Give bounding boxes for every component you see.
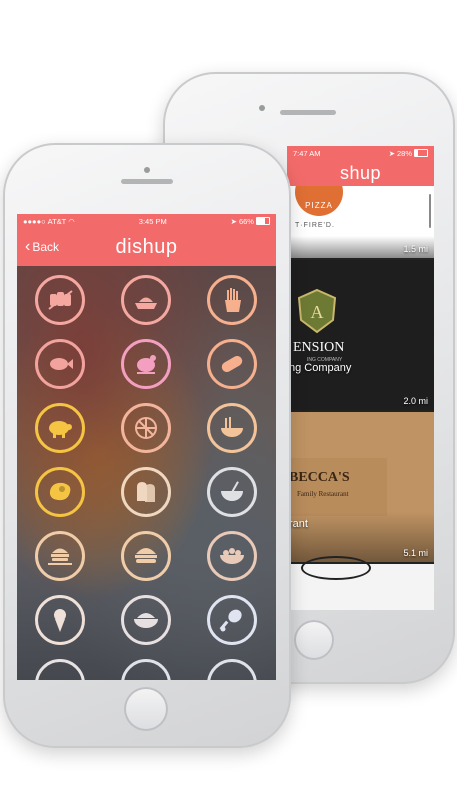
more-icon [45,669,75,680]
front-phone: ●●●●○ AT&T ◠ 3:45 PM ➤ 66% ‹ Back dishup [3,143,291,748]
next-card-peek [287,556,434,610]
category-button[interactable] [35,467,85,517]
location-icon: ➤ [230,216,237,226]
nav-bar: ‹ Back dishup [17,228,276,266]
sushi-icon [48,290,73,310]
category-button[interactable] [207,595,257,645]
app-logo: dishup [115,235,178,258]
location-icon: ➤ [388,148,395,158]
steak-icon [49,482,71,501]
category-button[interactable] [207,467,257,517]
category-button[interactable] [121,659,171,680]
pasta-bowl-icon [134,613,158,628]
more-icon [131,669,161,680]
fish-icon [50,358,73,370]
front-camera [144,167,150,173]
soup-bowl-icon [221,481,243,501]
wifi-icon: ◠ [68,216,75,226]
battery-icon [414,149,428,157]
restaurant-tagline: Family Restaurant [297,490,349,498]
burger-icon [135,548,157,563]
category-button[interactable] [207,659,257,680]
category-button[interactable] [35,595,85,645]
restaurant-logo-text: BECCA'S [289,470,350,485]
restaurant-name: ng Company [289,362,352,374]
home-button[interactable] [294,620,334,660]
burger-platter-icon [48,548,72,565]
svg-text:A: A [311,302,324,322]
restaurant-shield-logo: A [295,288,339,334]
status-time: 3:45 PM [138,216,167,226]
back-screen: 7:47 AM ➤ 28% shup PIZZA T·FIRE'D. 1.5 m… [287,146,434,610]
drumstick-icon [219,609,242,632]
front-screen: ●●●●○ AT&T ◠ 3:45 PM ➤ 66% ‹ Back dishup [17,214,276,680]
restaurant-tagline: T·FIRE'D. [295,222,335,229]
salad-icon [220,548,244,564]
pizza-icon [135,417,157,439]
home-button[interactable] [124,687,168,731]
more-icon [217,669,247,680]
noodle-tray-icon [135,297,157,309]
restaurant-name: rant [289,518,308,530]
ramen-icon [221,417,243,437]
roast-chicken-icon [137,355,156,374]
category-button[interactable] [207,275,257,325]
restaurant-logo: PIZZA [295,186,343,216]
category-button[interactable] [121,275,171,325]
restaurant-distance: 5.1 mi [403,548,428,558]
nav-bar: shup [287,160,434,186]
category-grid [17,266,276,680]
bread-icon [137,482,155,502]
speaker-grille [280,110,336,115]
carrier-label: AT&T [47,216,67,226]
chevron-left-icon: ‹ [25,238,31,255]
battery-percent: 28% [396,148,412,158]
category-button[interactable] [121,403,171,453]
status-time: 7:47 AM [293,148,321,158]
signal-icon: ●●●●○ [23,216,46,226]
restaurant-distance: 2.0 mi [403,396,428,406]
restaurant-logo-panel [287,458,387,516]
back-button[interactable]: ‹ Back [25,239,59,255]
restaurant-card[interactable]: PIZZA T·FIRE'D. 1.5 mi [287,186,434,258]
category-button[interactable] [207,339,257,389]
restaurant-card[interactable]: BECCA'S Family Restaurant rant 5.1 mi [287,412,434,562]
front-camera [259,105,265,111]
category-button[interactable] [35,275,85,325]
back-label: Back [32,240,60,254]
status-bar: 7:47 AM ➤ 28% [287,146,434,160]
fries-icon [225,288,241,312]
category-button[interactable] [121,595,171,645]
hotdog-icon [221,356,243,372]
ice-cream-icon [54,609,66,632]
pig-icon [49,421,72,438]
speaker-grille [121,179,173,184]
category-button[interactable] [121,339,171,389]
status-bar: ●●●●○ AT&T ◠ 3:45 PM ➤ 66% [17,214,276,228]
category-button[interactable] [35,531,85,581]
category-button[interactable] [121,531,171,581]
category-button[interactable] [35,659,85,680]
app-logo: shup [339,162,382,183]
restaurant-card[interactable]: A ENSION ING COMPANY ng Company 2.0 mi [287,260,434,410]
category-button[interactable] [207,531,257,581]
category-button[interactable] [35,403,85,453]
battery-icon [255,217,270,225]
category-button[interactable] [121,467,171,517]
battery-percent: 66% [238,216,254,226]
scrollbar[interactable] [429,194,431,228]
category-button[interactable] [207,403,257,453]
restaurant-logo-text: ENSION [293,340,345,355]
restaurant-distance: 1.5 mi [403,244,428,254]
category-button[interactable] [35,339,85,389]
